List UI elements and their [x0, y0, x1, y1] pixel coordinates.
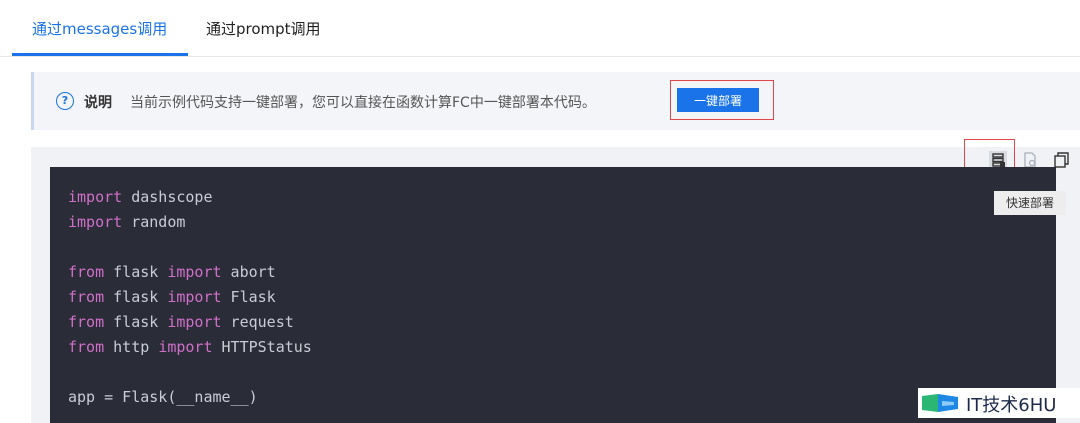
code-line: import random	[68, 213, 186, 231]
question-circle-icon: ?	[56, 92, 74, 110]
code-line: app = Flask(__name__)	[68, 388, 258, 406]
tab-bar: 通过messages调用 通过prompt调用	[0, 0, 1080, 57]
deploy-button-highlight: 一键部署	[670, 80, 774, 120]
one-click-deploy-button[interactable]: 一键部署	[677, 88, 759, 112]
notice-label: 说明	[84, 95, 112, 111]
code-block: import dashscope import random from flas…	[50, 167, 1056, 423]
code-line: from flask import abort	[68, 263, 276, 281]
watermark-text: IT技术6HU	[966, 395, 1057, 416]
tab-messages[interactable]: 通过messages调用	[32, 18, 167, 39]
notice-text: 当前示例代码支持一键部署，您可以直接在函数计算FC中一键部署本代码。	[130, 95, 596, 111]
quick-deploy-tooltip: 快速部署	[994, 191, 1066, 215]
code-line: import dashscope	[68, 188, 213, 206]
code-content: import dashscope import random from flas…	[68, 185, 312, 410]
code-line: from http import HTTPStatus	[68, 338, 312, 356]
watermark: IT技术6HU	[918, 388, 1080, 418]
tab-prompt[interactable]: 通过prompt调用	[206, 18, 321, 39]
code-line: from flask import Flask	[68, 288, 276, 306]
notice-banner: ? 说明 当前示例代码支持一键部署，您可以直接在函数计算FC中一键部署本代码。 …	[31, 72, 1080, 130]
code-line: from flask import request	[68, 313, 294, 331]
watermark-logo-icon	[922, 394, 958, 412]
active-tab-indicator	[12, 53, 188, 56]
